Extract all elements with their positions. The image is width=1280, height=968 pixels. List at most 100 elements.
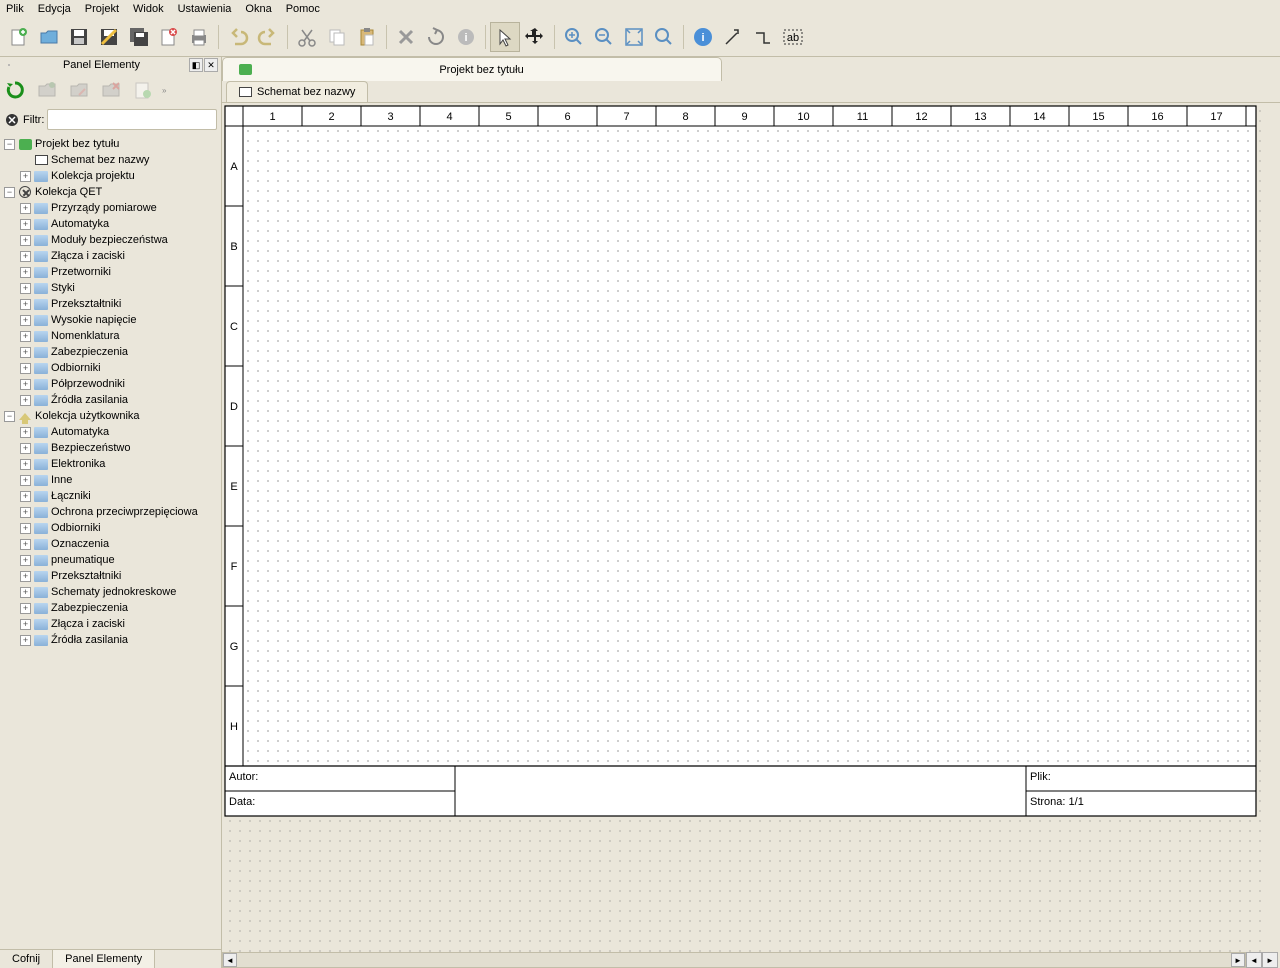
tree-project[interactable]: −Projekt bez tytułu [0, 136, 221, 152]
tree-qet-collection[interactable]: −Kolekcja QET [0, 184, 221, 200]
expand-icon[interactable]: + [20, 235, 31, 246]
menu-plik[interactable]: Plik [6, 3, 24, 15]
tree-schematic[interactable]: Schemat bez nazwy [0, 152, 221, 168]
save-as-button[interactable] [94, 22, 124, 52]
tree-user-item-5[interactable]: +Ochrona przeciwprzepięciowa [0, 504, 221, 520]
tree-qet-item-8[interactable]: +Nomenklatura [0, 328, 221, 344]
info-button[interactable]: i [451, 22, 481, 52]
undo-button[interactable] [223, 22, 253, 52]
panel-float-button[interactable]: ◧ [189, 58, 203, 72]
expand-icon[interactable]: + [20, 475, 31, 486]
horizontal-scrollbar[interactable]: ◄ ► [222, 952, 1246, 968]
select-mode-button[interactable] [490, 22, 520, 52]
reload-button[interactable] [2, 77, 28, 103]
tab-undo-history[interactable]: Cofnij [0, 950, 53, 968]
new-folder-button[interactable] [34, 77, 60, 103]
zoom-in-button[interactable] [559, 22, 589, 52]
expand-icon[interactable]: + [20, 379, 31, 390]
scroll-left-button[interactable]: ◄ [223, 953, 237, 967]
expand-icon[interactable]: − [4, 139, 15, 150]
expand-icon[interactable]: + [20, 171, 31, 182]
tree-user-item-9[interactable]: +Przekształtniki [0, 568, 221, 584]
zoom-out-button[interactable] [589, 22, 619, 52]
schematic-tab[interactable]: Schemat bez nazwy [226, 81, 368, 102]
expand-icon[interactable]: + [20, 523, 31, 534]
expand-icon[interactable]: + [20, 427, 31, 438]
zoom-fit-button[interactable] [619, 22, 649, 52]
panel-close-button[interactable]: ✕ [204, 58, 218, 72]
expand-icon[interactable]: − [4, 187, 15, 198]
tree-user-item-6[interactable]: +Odbiorniki [0, 520, 221, 536]
expand-icon[interactable]: + [20, 219, 31, 230]
menu-projekt[interactable]: Projekt [85, 3, 119, 15]
new-file-button[interactable] [4, 22, 34, 52]
expand-icon[interactable]: + [20, 635, 31, 646]
edit-element-button[interactable] [66, 77, 92, 103]
tree-qet-item-1[interactable]: +Automatyka [0, 216, 221, 232]
rotate-button[interactable] [421, 22, 451, 52]
scroll-left-corner[interactable]: ◄ [1246, 952, 1262, 968]
scroll-right-button[interactable]: ► [1231, 953, 1245, 967]
tree-qet-item-3[interactable]: +Złącza i zaciski [0, 248, 221, 264]
tree-qet-item-0[interactable]: +Przyrządy pomiarowe [0, 200, 221, 216]
tree-qet-item-5[interactable]: +Styki [0, 280, 221, 296]
document-tab[interactable]: Projekt bez tytułu [222, 57, 722, 81]
elements-tree[interactable]: −Projekt bez tytułuSchemat bez nazwy+Kol… [0, 132, 221, 949]
delete-element-button[interactable] [98, 77, 124, 103]
tree-user-item-3[interactable]: +Inne [0, 472, 221, 488]
menu-widok[interactable]: Widok [133, 3, 164, 15]
tree-user-item-1[interactable]: +Bezpieczeństwo [0, 440, 221, 456]
filter-clear-button[interactable] [4, 112, 20, 128]
paste-button[interactable] [352, 22, 382, 52]
close-file-button[interactable] [154, 22, 184, 52]
expand-icon[interactable]: + [20, 619, 31, 630]
tree-qet-item-2[interactable]: +Moduły bezpieczeństwa [0, 232, 221, 248]
tree-qet-item-9[interactable]: +Zabezpieczenia [0, 344, 221, 360]
expand-icon[interactable]: − [4, 411, 15, 422]
expand-icon[interactable]: + [20, 267, 31, 278]
tree-user-item-8[interactable]: +pneumatique [0, 552, 221, 568]
expand-icon[interactable]: + [20, 395, 31, 406]
expand-icon[interactable]: + [20, 283, 31, 294]
cut-button[interactable] [292, 22, 322, 52]
expand-icon[interactable]: + [20, 539, 31, 550]
panel-grip[interactable] [3, 64, 15, 66]
expand-icon[interactable]: + [20, 251, 31, 262]
filter-input[interactable] [47, 109, 217, 130]
expand-icon[interactable]: + [20, 299, 31, 310]
expand-icon[interactable]: + [20, 587, 31, 598]
tab-elements-panel[interactable]: Panel Elementy [53, 950, 155, 968]
tree-qet-item-11[interactable]: +Półprzewodniki [0, 376, 221, 392]
import-element-button[interactable] [130, 77, 156, 103]
menu-ustawienia[interactable]: Ustawienia [178, 3, 232, 15]
expand-icon[interactable]: + [20, 555, 31, 566]
drawing-canvas[interactable]: 1234567891011121314151617ABCDEFGHAutor:D… [222, 103, 1280, 952]
expand-icon[interactable]: + [20, 331, 31, 342]
expand-icon[interactable]: + [20, 459, 31, 470]
copy-button[interactable] [322, 22, 352, 52]
expand-icon[interactable]: + [20, 315, 31, 326]
menu-edycja[interactable]: Edycja [38, 3, 71, 15]
tree-user-item-11[interactable]: +Zabezpieczenia [0, 600, 221, 616]
default-conductor-button[interactable] [748, 22, 778, 52]
panel-toolbar-more[interactable]: » [162, 86, 172, 95]
expand-icon[interactable]: + [20, 443, 31, 454]
open-button[interactable] [34, 22, 64, 52]
tree-user-collection[interactable]: −Kolekcja użytkownika [0, 408, 221, 424]
delete-button[interactable] [391, 22, 421, 52]
expand-icon[interactable] [20, 155, 31, 166]
tree-user-item-0[interactable]: +Automatyka [0, 424, 221, 440]
save-all-button[interactable] [124, 22, 154, 52]
tree-user-item-13[interactable]: +Źródła zasilania [0, 632, 221, 648]
redo-button[interactable] [253, 22, 283, 52]
menu-pomoc[interactable]: Pomoc [286, 3, 320, 15]
expand-icon[interactable]: + [20, 507, 31, 518]
expand-icon[interactable]: + [20, 603, 31, 614]
expand-icon[interactable]: + [20, 491, 31, 502]
tree-project-collection[interactable]: +Kolekcja projektu [0, 168, 221, 184]
conductor-reset-button[interactable] [718, 22, 748, 52]
tree-qet-item-12[interactable]: +Źródła zasilania [0, 392, 221, 408]
tree-user-item-12[interactable]: +Złącza i zaciski [0, 616, 221, 632]
add-text-button[interactable]: ab [778, 22, 808, 52]
tree-user-item-7[interactable]: +Oznaczenia [0, 536, 221, 552]
